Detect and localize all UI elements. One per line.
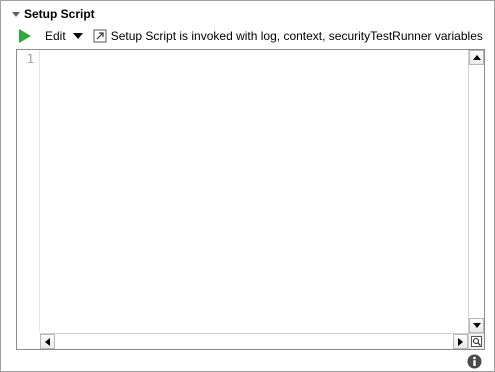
horizontal-scrollbar[interactable] [40,333,468,349]
play-icon [19,29,31,43]
collapse-arrow-icon[interactable] [12,11,20,17]
arrow-up-icon [472,55,481,60]
hint-text: Setup Script is invoked with log, contex… [110,29,483,43]
line-number: 1 [26,52,34,66]
arrow-down-icon [472,323,481,328]
edit-menu-button[interactable]: Edit [45,29,83,43]
script-toolbar: Edit Setup Script is invoked with log, c… [18,27,483,45]
dropdown-arrow-icon [72,33,83,39]
vertical-scrollbar[interactable] [468,50,484,333]
scroll-right-button[interactable] [453,334,468,349]
arrow-right-icon [458,337,463,346]
scroll-down-button[interactable] [469,318,484,333]
scroll-left-button[interactable] [40,334,55,349]
script-editor[interactable]: 1 [16,49,485,350]
section-header[interactable]: Setup Script [12,6,95,22]
arrow-left-icon [45,337,50,346]
script-link-icon [93,29,107,43]
script-hint: Setup Script is invoked with log, contex… [93,29,483,43]
code-text-area[interactable] [41,50,468,333]
magnifier-icon [471,336,482,347]
line-number-gutter: 1 [17,50,40,333]
scroll-up-button[interactable] [469,50,484,65]
run-button[interactable] [18,28,32,44]
setup-script-panel: Setup Script Edit Setup Script is invoke… [0,0,495,372]
zoom-corner-button[interactable] [468,333,484,349]
edit-label: Edit [45,29,66,43]
info-icon[interactable] [467,354,482,369]
section-title: Setup Script [24,7,95,21]
